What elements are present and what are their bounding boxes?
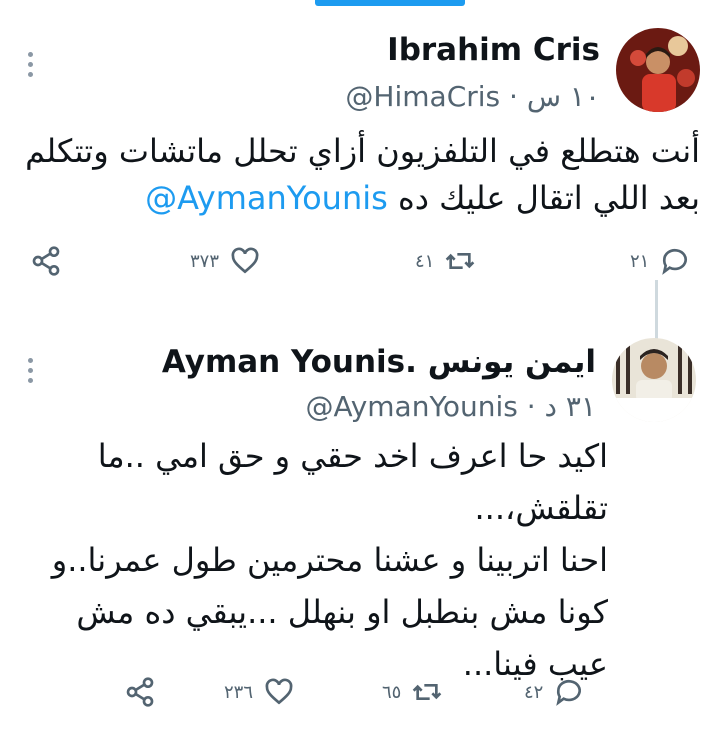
heart-icon bbox=[265, 678, 293, 705]
retweet-icon bbox=[413, 684, 442, 700]
reply-icon bbox=[662, 248, 688, 275]
avatar[interactable] bbox=[612, 338, 696, 422]
mention-link[interactable]: @AymanYounis bbox=[145, 179, 388, 217]
avatar[interactable] bbox=[616, 28, 700, 112]
like-count: ٣٧٣ bbox=[190, 250, 220, 272]
handle-and-time: @AymanYounis · ٣١ د bbox=[305, 390, 596, 423]
tweet-actions: ٢٣٦ ٦٥ ٤٢ bbox=[0, 676, 720, 716]
display-name[interactable]: Ayman Younis. ايمن يونس bbox=[162, 344, 596, 380]
reply-count: ٤٢ bbox=[524, 681, 544, 703]
handle-and-time: @HimaCris · ١٠ س bbox=[345, 80, 600, 113]
retweet-count: ٦٥ bbox=[382, 681, 402, 703]
retweet-button[interactable]: ٦٥ bbox=[382, 676, 443, 708]
reply-count: ٢١ bbox=[630, 250, 650, 272]
reply-button[interactable]: ٢١ bbox=[630, 245, 691, 277]
like-button[interactable]: ٣٧٣ bbox=[190, 245, 261, 277]
share-icon bbox=[126, 677, 154, 707]
tweet-actions: ٣٧٣ ٤١ ٢١ bbox=[0, 245, 720, 285]
tweet-text: أنت هتطلع في التلفزيون أزاي تحلل ماتشات … bbox=[25, 132, 700, 217]
display-name[interactable]: Ibrahim Cris bbox=[387, 32, 600, 68]
reply-icon bbox=[556, 679, 582, 706]
reply-button[interactable]: ٤٢ bbox=[524, 676, 585, 708]
retweet-count: ٤١ bbox=[415, 250, 435, 272]
like-count: ٢٣٦ bbox=[224, 681, 254, 703]
more-options-icon[interactable] bbox=[28, 52, 33, 77]
tweet-text: اكيد حا اعرف اخد حقي و حق امي ..ما تقلقش… bbox=[51, 437, 608, 683]
heart-icon bbox=[231, 247, 259, 274]
retweet-icon bbox=[446, 253, 475, 269]
share-icon bbox=[32, 246, 60, 276]
more-options-icon[interactable] bbox=[28, 358, 33, 383]
retweet-button[interactable]: ٤١ bbox=[415, 245, 476, 277]
tweet[interactable]: Ayman Younis. ايمن يونس @AymanYounis · ٣… bbox=[0, 318, 720, 730]
tweet[interactable]: Ibrahim Cris @HimaCris · ١٠ س أنت هتطلع … bbox=[0, 0, 720, 340]
share-button[interactable] bbox=[124, 676, 156, 708]
like-button[interactable]: ٢٣٦ bbox=[224, 676, 295, 708]
share-button[interactable] bbox=[30, 245, 62, 277]
